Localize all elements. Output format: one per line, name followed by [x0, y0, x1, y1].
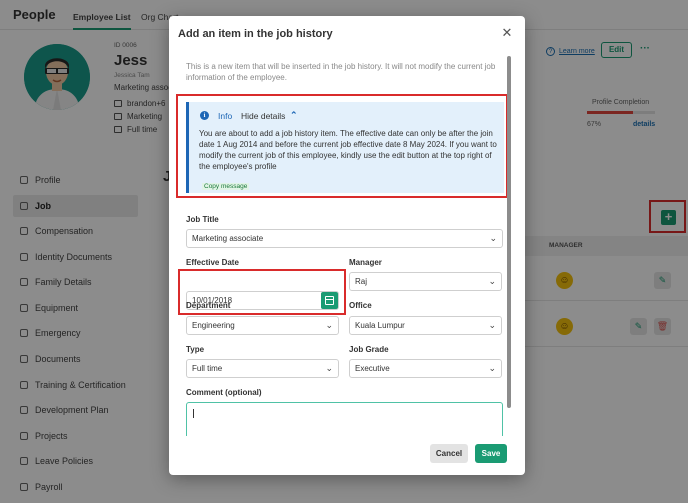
text-cursor: [193, 409, 194, 418]
chevron-down-icon: ⌄: [489, 233, 497, 243]
job-grade-select[interactable]: Executive ⌄: [349, 359, 502, 378]
cancel-button[interactable]: Cancel: [430, 444, 468, 463]
job-grade-value: Executive: [355, 364, 390, 373]
comment-textarea[interactable]: [186, 402, 503, 436]
close-icon[interactable]: ✕: [499, 25, 515, 41]
office-label: Office: [349, 301, 372, 310]
modal-body: This is a new item that will be inserted…: [169, 54, 525, 436]
save-button[interactable]: Save: [475, 444, 507, 463]
department-select[interactable]: Engineering ⌄: [186, 316, 339, 335]
job-grade-label: Job Grade: [349, 345, 389, 354]
chevron-down-icon: ⌄: [488, 320, 496, 330]
modal-title: Add an item in the job history: [178, 28, 333, 40]
office-value: Kuala Lumpur: [355, 321, 405, 330]
add-job-history-modal: Add an item in the job history ✕ This is…: [169, 16, 525, 475]
chevron-down-icon: ⌄: [325, 320, 333, 330]
type-select[interactable]: Full time ⌄: [186, 359, 339, 378]
chevron-down-icon: ⌄: [488, 363, 496, 373]
type-value: Full time: [192, 364, 223, 373]
manager-label: Manager: [349, 258, 382, 267]
job-title-label: Job Title: [186, 215, 219, 224]
job-title-value: Marketing associate: [192, 234, 264, 243]
highlight-info-alert: [176, 94, 508, 198]
effective-date-label: Effective Date: [186, 258, 239, 267]
chevron-down-icon: ⌄: [325, 363, 333, 373]
job-title-select[interactable]: Marketing associate ⌄: [186, 229, 503, 248]
office-select[interactable]: Kuala Lumpur ⌄: [349, 316, 502, 335]
department-label: Department: [186, 301, 231, 310]
comment-label: Comment (optional): [186, 388, 262, 397]
type-label: Type: [186, 345, 205, 354]
modal-scrollbar[interactable]: [507, 56, 511, 408]
department-value: Engineering: [192, 321, 235, 330]
manager-select[interactable]: Raj ⌄: [349, 272, 502, 291]
chevron-down-icon: ⌄: [488, 276, 496, 286]
manager-value: Raj: [355, 277, 368, 286]
modal-intro-text: This is a new item that will be inserted…: [186, 62, 496, 82]
